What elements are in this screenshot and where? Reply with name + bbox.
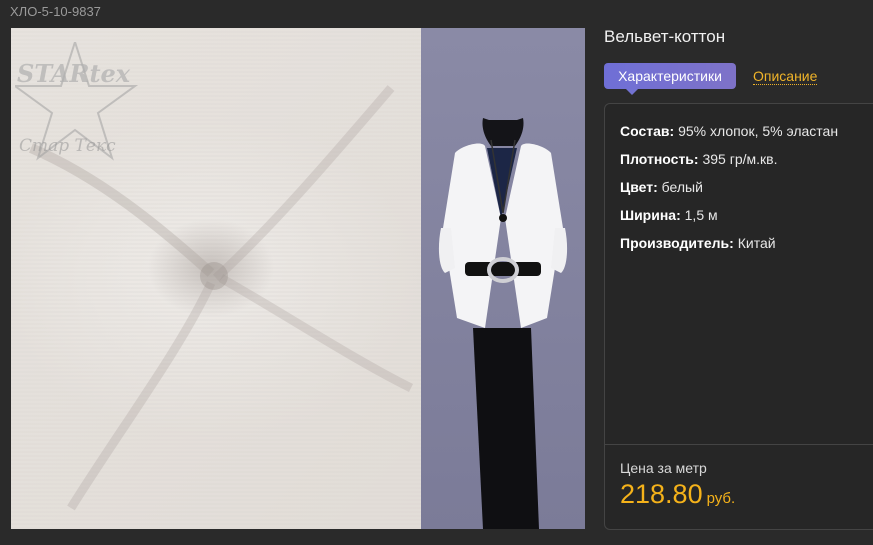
specs-list: Состав: 95% хлопок, 5% эластан Плотность… <box>620 123 838 263</box>
spec-row: Ширина: 1,5 м <box>620 207 838 235</box>
price: 218.80 руб. <box>620 479 735 510</box>
spec-value: 395 гр/м.кв. <box>702 151 778 167</box>
spec-row: Плотность: 395 гр/м.кв. <box>620 151 838 179</box>
spec-value: Китай <box>737 235 776 251</box>
specs-panel: Состав: 95% хлопок, 5% эластан Плотность… <box>604 103 873 530</box>
svg-text:STARtex: STARtex <box>17 59 131 88</box>
spec-row: Цвет: белый <box>620 179 838 207</box>
spec-label: Производитель: <box>620 235 734 251</box>
spec-value: 95% хлопок, 5% эластан <box>678 123 839 139</box>
price-value: 218.80 <box>620 479 703 509</box>
spec-label: Ширина: <box>620 207 681 223</box>
spec-value: белый <box>661 179 703 195</box>
product-sku: ХЛО-5-10-9837 <box>10 4 101 19</box>
panel-divider <box>605 444 873 445</box>
watermark-text: Стар Текс <box>19 136 116 156</box>
product-photo[interactable]: STARtex Стар Текс <box>11 28 585 529</box>
spec-row: Состав: 95% хлопок, 5% эластан <box>620 123 838 151</box>
price-label: Цена за метр <box>620 460 707 476</box>
tab-characteristics[interactable]: Характеристики <box>604 63 736 95</box>
spec-value: 1,5 м <box>684 207 718 223</box>
spec-label: Цвет: <box>620 179 658 195</box>
spec-row: Производитель: Китай <box>620 235 838 263</box>
mannequin-outfit-image <box>438 118 568 529</box>
tab-description[interactable]: Описание <box>753 68 818 85</box>
spec-label: Состав: <box>620 123 675 139</box>
spec-label: Плотность: <box>620 151 699 167</box>
product-title: Вельвет-коттон <box>604 27 726 46</box>
price-currency: руб. <box>706 490 736 507</box>
